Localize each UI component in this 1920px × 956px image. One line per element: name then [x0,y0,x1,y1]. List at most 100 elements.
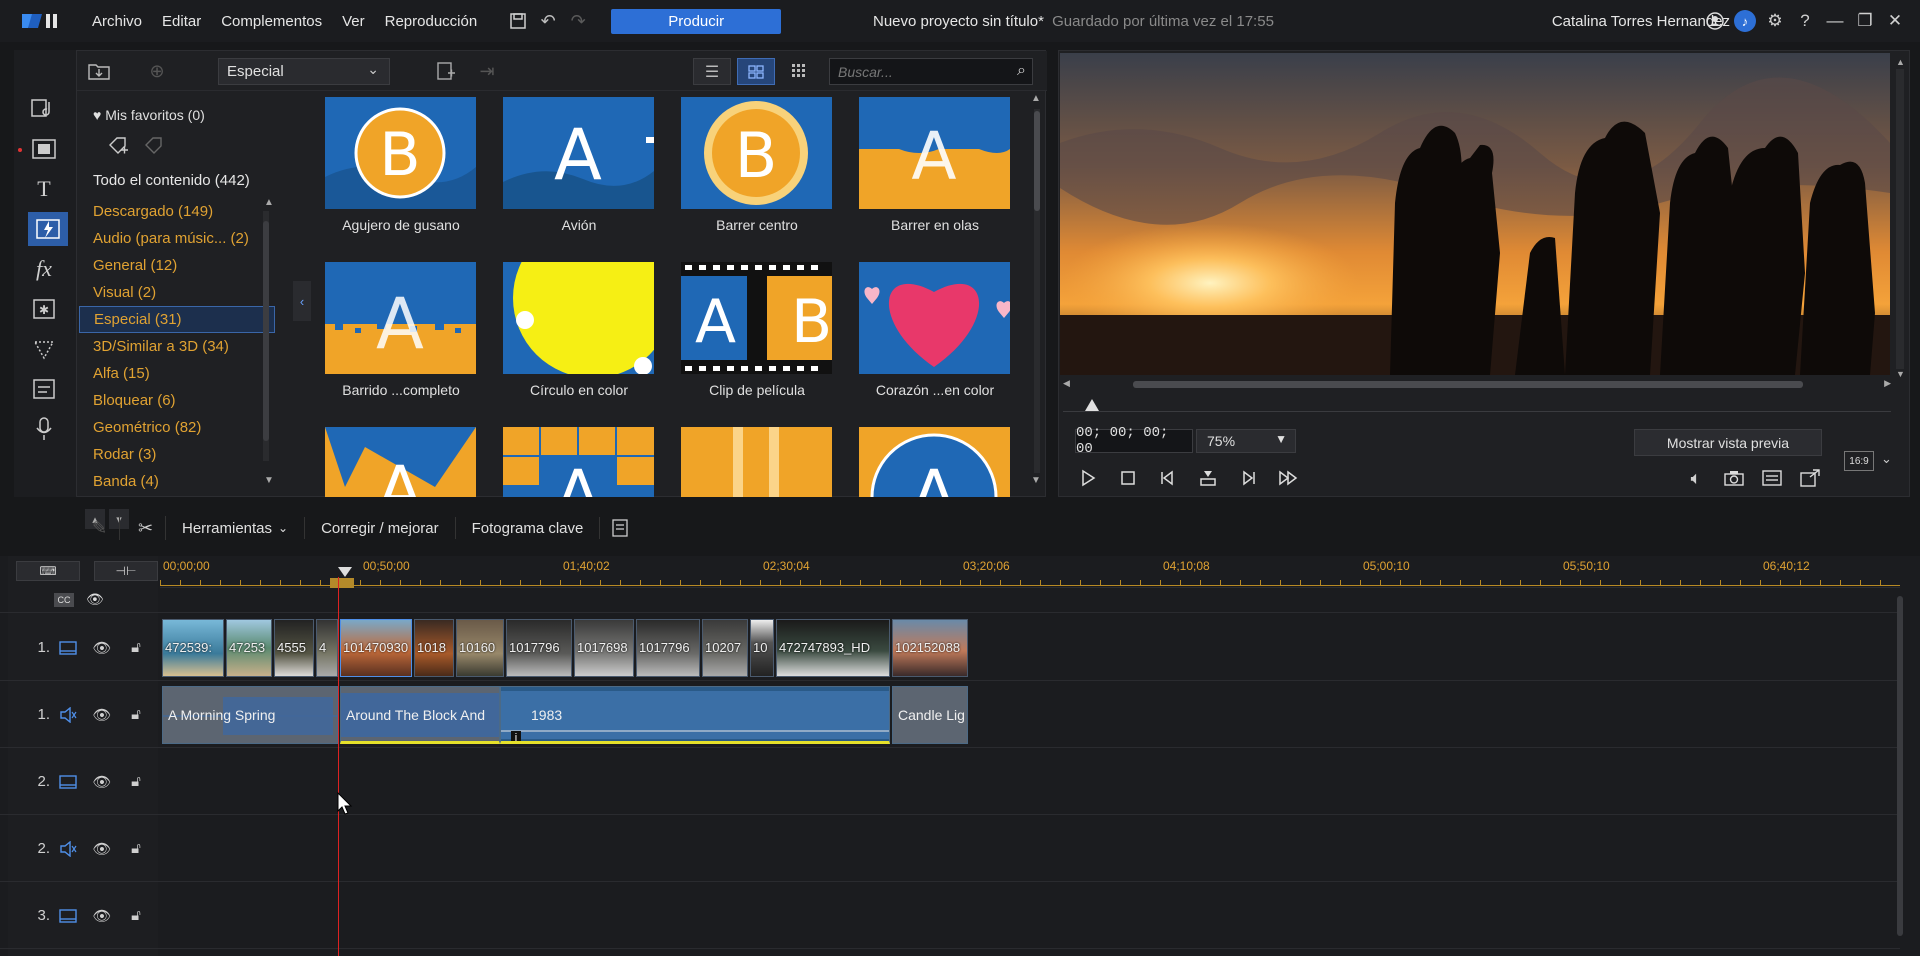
timeline-vertical-scrollbar[interactable] [1895,586,1905,946]
search-icon[interactable]: ⌕ [1017,62,1026,80]
video-clip[interactable]: 1017796 [636,619,700,677]
transition-tile[interactable]: A [859,427,1011,497]
menu-reproduccion[interactable]: Reproducción [375,13,488,30]
fast-forward-icon[interactable] [1271,463,1305,493]
grid-view-toggle[interactable] [737,58,775,85]
chevron-down-icon[interactable]: ⌄ [1881,451,1892,467]
transition-tile[interactable]: B Barrer centro [681,97,833,233]
preview-vertical-scrollbar[interactable] [1896,69,1904,369]
save-icon[interactable] [503,6,533,36]
lock-icon[interactable]: 🔓︎ [124,636,148,660]
scrubber-knob[interactable] [1085,399,1099,411]
stop-icon[interactable] [1111,463,1145,493]
tools-menu[interactable]: Herramientas ⌄ [166,517,306,539]
library-search[interactable]: Buscar... ⌕ [829,58,1033,85]
previous-frame-icon[interactable] [1151,463,1185,493]
transition-room-icon[interactable] [28,212,68,246]
category-item[interactable]: Rodar (3) [79,441,275,468]
eye-icon[interactable]: 👁︎ [90,703,114,727]
menu-archivo[interactable]: Archivo [82,13,152,30]
transition-tile[interactable]: A Barrer en olas [859,97,1011,233]
split-scissors-icon[interactable]: ✂ [126,516,166,540]
edit-pen-icon[interactable]: ✎ [80,516,120,540]
video-clip[interactable]: 10 [750,619,774,677]
preview-scroll-thumb[interactable] [1133,381,1803,388]
lock-icon[interactable]: 🔓︎ [124,703,148,727]
scroll-up-icon[interactable]: ▲ [264,197,274,208]
subtitle-room-icon[interactable] [26,372,62,406]
transition-tile[interactable]: Corazón ...en color [859,262,1011,398]
transition-tile[interactable]: Círculo en color [503,262,655,398]
menu-editar[interactable]: Editar [152,13,211,30]
play-icon[interactable] [1071,463,1105,493]
magic-room-icon[interactable] [26,332,62,366]
help-icon[interactable]: ? [1790,6,1820,36]
menu-complementos[interactable]: Complementos [211,13,332,30]
category-item[interactable]: Descargado (149) [79,198,275,225]
video-clip[interactable]: 1018 [414,619,454,677]
minimize-icon[interactable]: — [1820,6,1850,36]
lock-icon[interactable]: 🔓︎ [124,904,148,928]
zoom-dropdown[interactable]: 75% ▼ [1196,429,1296,453]
scroll-right-icon[interactable]: ▶ [1884,378,1891,389]
favorites-item[interactable]: ♥ Mis favoritos (0) [93,107,205,123]
menu-ver[interactable]: Ver [332,13,375,30]
more-options-icon[interactable] [600,516,640,540]
next-frame-icon[interactable] [1231,463,1265,493]
notification-bell-icon[interactable]: ♪ [1734,10,1756,32]
transition-tile[interactable]: A [325,427,477,497]
scroll-down-icon[interactable]: ▼ [1896,369,1905,379]
remove-tag-label-icon[interactable] [143,135,165,162]
user-account-icon[interactable] [1700,6,1730,36]
audio-clip[interactable]: 1983 i [500,686,890,744]
all-content-item[interactable]: Todo el contenido (442) [93,172,250,189]
snapshot-camera-icon[interactable] [1717,463,1751,493]
track-manager-button[interactable]: ⌨ [16,561,80,581]
volume-icon[interactable]: 🔈︎ [1679,463,1713,493]
preview-video[interactable] [1060,53,1890,375]
video-room-icon[interactable] [26,132,62,166]
eye-icon[interactable]: 👁︎ [90,837,114,861]
add-tag-icon[interactable] [432,59,460,83]
transition-tile[interactable]: A [503,427,655,497]
playhead-handle-icon[interactable] [338,567,352,577]
category-item[interactable]: Geométrico (82) [79,414,275,441]
import-media-icon[interactable] [85,59,113,83]
video-clip[interactable]: 4555 [274,619,314,677]
video-clip[interactable]: 1017698 [574,619,634,677]
title-room-icon[interactable]: T [26,172,62,206]
category-item[interactable]: Bloquear (6) [79,387,275,414]
transition-tile[interactable] [681,427,833,497]
timecode-field[interactable]: 00; 00; 00; 00 [1075,425,1193,457]
settings-gear-icon[interactable]: ⚙ [1760,6,1790,36]
download-content-icon[interactable]: ⊕ [143,59,171,83]
preview-horizontal-scrollbar[interactable]: ◀ ▶ [1063,378,1891,390]
close-icon[interactable]: ✕ [1880,6,1910,36]
lock-icon[interactable]: 🔓︎ [124,770,148,794]
split-frame-icon[interactable] [1191,463,1225,493]
audio-clip[interactable]: Around The Block And [340,686,500,744]
restore-icon[interactable]: ❐ [1850,6,1880,36]
video-clip[interactable]: 4 [316,619,338,677]
fix-enhance-button[interactable]: Corregir / mejorar [305,517,456,539]
category-item-selected[interactable]: Especial (31) [79,306,275,333]
grid-scrollbar[interactable]: ▲ ▼ [1031,91,1043,491]
info-marker-icon[interactable]: i [511,731,521,741]
category-dropdown[interactable]: Especial ⌄ [218,58,390,85]
undo-icon[interactable]: ↶ [533,6,563,36]
preview-settings-icon[interactable] [1755,463,1789,493]
video-clip[interactable]: 472747893_HD [776,619,890,677]
undock-preview-icon[interactable] [1793,463,1827,493]
media-room-icon[interactable] [26,92,62,126]
collapse-sidebar-button[interactable]: ‹ [293,281,311,321]
category-item[interactable]: Visual (2) [79,279,275,306]
video-clip[interactable]: 10160 [456,619,504,677]
category-item[interactable]: Banda (4) [79,468,275,495]
video-clip[interactable]: 10207 [702,619,748,677]
transition-tile[interactable]: B Agujero de gusano [325,97,477,233]
eye-icon[interactable]: 👁︎ [90,904,114,928]
timeline-ruler[interactable]: 00;00;00 00;50;00 01;40;02 02;30;04 03;2… [160,556,1900,588]
scroll-left-icon[interactable]: ◀ [1063,378,1070,389]
scroll-up-icon[interactable]: ▲ [1896,57,1905,67]
sidebar-scrollbar-thumb[interactable] [263,221,269,441]
